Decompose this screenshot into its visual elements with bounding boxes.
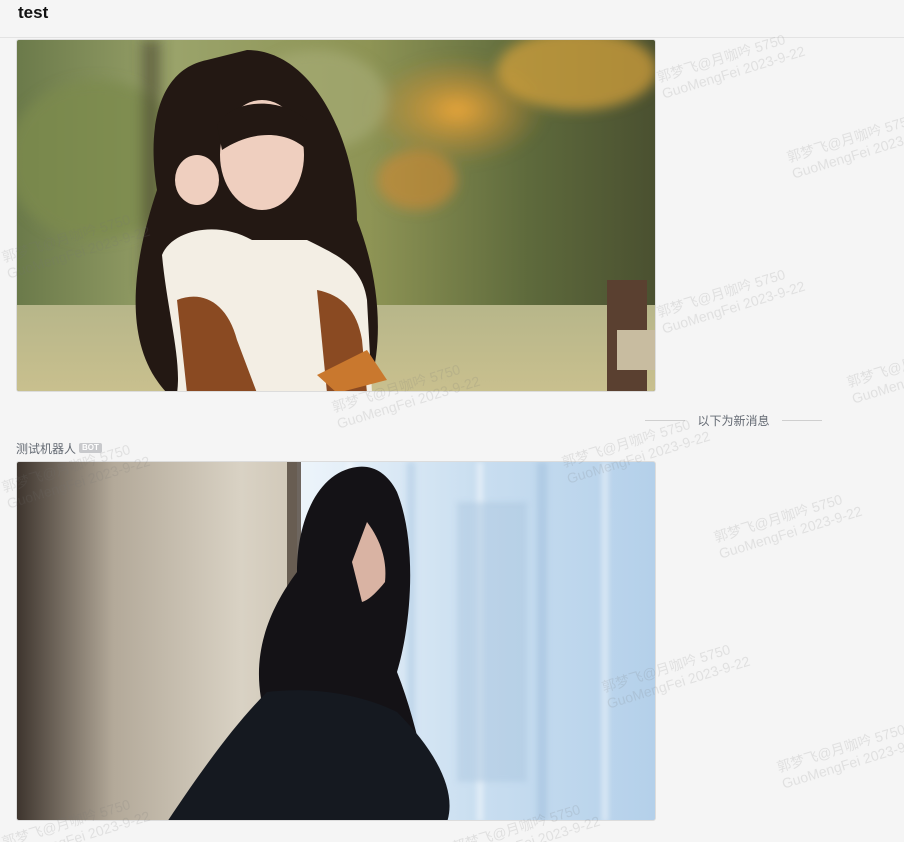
chat-header: test	[0, 0, 904, 38]
chat-title[interactable]: test	[18, 3, 48, 23]
photo-girl-window-icon	[17, 462, 655, 820]
image-message-window[interactable]	[16, 461, 656, 821]
bot-badge: BOT	[79, 443, 102, 453]
photo-girl-autumn-icon	[17, 40, 655, 391]
new-message-divider: 以下为新消息	[645, 412, 822, 428]
divider-text: 以下为新消息	[697, 413, 770, 428]
sender-name[interactable]: 测试机器人	[16, 440, 76, 457]
message-sender: 测试机器人 BOT	[16, 440, 102, 456]
divider-line-left	[645, 419, 685, 421]
divider-line-right	[781, 419, 822, 421]
image-message-autumn[interactable]	[16, 39, 656, 392]
message-list[interactable]: 以下为新消息 测试机器人 BOT	[0, 39, 904, 842]
